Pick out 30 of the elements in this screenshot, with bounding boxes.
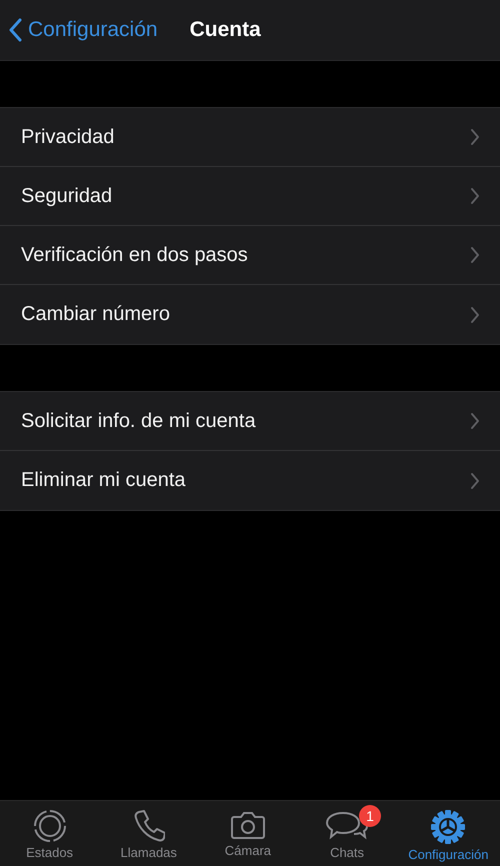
- row-label: Cambiar número: [21, 303, 170, 326]
- settings-row[interactable]: Eliminar mi cuenta: [0, 451, 500, 510]
- chevron-right-icon: [470, 187, 480, 205]
- settings-row[interactable]: Seguridad: [0, 167, 500, 226]
- settings-row[interactable]: Verificación en dos pasos: [0, 226, 500, 285]
- page-title: Cuenta: [190, 18, 261, 42]
- gear-icon: [430, 809, 466, 845]
- back-button[interactable]: Configuración: [8, 18, 158, 42]
- settings-row[interactable]: Privacidad: [0, 108, 500, 167]
- chevron-right-icon: [470, 306, 480, 324]
- row-label: Verificación en dos pasos: [21, 244, 248, 266]
- chevron-right-icon: [470, 412, 480, 430]
- row-label: Solicitar info. de mi cuenta: [21, 410, 256, 432]
- tab-bar-item[interactable]: Cámara: [208, 809, 288, 858]
- phone-icon: [132, 809, 165, 843]
- tab-bar-item[interactable]: Configuración: [406, 809, 490, 862]
- chevron-right-icon: [470, 128, 480, 146]
- row-label: Seguridad: [21, 184, 112, 208]
- unread-badge: 1: [359, 805, 382, 827]
- chevron-right-icon: [470, 246, 480, 264]
- chevron-left-icon: [8, 18, 22, 42]
- settings-row[interactable]: Cambiar número: [0, 285, 500, 344]
- row-label: Eliminar mi cuenta: [21, 469, 186, 492]
- tab-bar-item[interactable]: Llamadas: [108, 809, 189, 860]
- chevron-right-icon: [470, 472, 480, 490]
- status-ring-icon: [32, 809, 67, 843]
- settings-row[interactable]: Solicitar info. de mi cuenta: [0, 392, 500, 451]
- row-label: Privacidad: [21, 126, 114, 148]
- camera-icon: [230, 809, 266, 841]
- tab-bar-item[interactable]: Estados: [10, 809, 90, 860]
